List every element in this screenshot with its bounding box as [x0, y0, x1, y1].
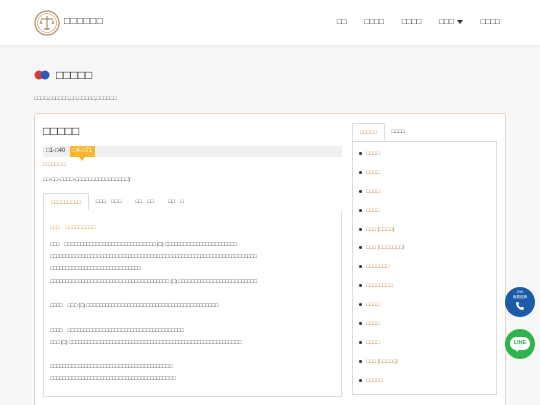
title-dots-icon: [34, 70, 50, 80]
tab-content[interactable]: □□□□□□□□□: [43, 193, 89, 211]
brand-name[interactable]: □□□□□□: [64, 16, 103, 27]
side-nav-item[interactable]: □□□□: [359, 340, 379, 346]
nav-item-home[interactable]: □□: [337, 17, 347, 26]
side-nav-item[interactable]: □□□ (□□□□□□□): [359, 245, 404, 251]
line-bubble-tail: [515, 348, 520, 352]
chapter-link[interactable]: □ □□□□ □: [43, 162, 66, 168]
line-bubble-icon: LINE: [510, 337, 530, 350]
nav-item-dropdown[interactable]: □□□: [439, 17, 463, 26]
tab-4[interactable]: □□ □: [161, 193, 190, 211]
article-text-line: □□□□ □□□ (□) □□□□□□□□□□□□□□□□□□□□□□□□□□□…: [50, 303, 219, 309]
breadcrumb: □□□□,□□□□□□,□□,□□□□□,□□□□□□: [34, 96, 117, 102]
nav-item-2[interactable]: □□□□: [365, 17, 384, 26]
article-text-line: □□□□ □□□□□□□□□□□□□□□□□□□□□□□□□□□□□□□□□□□…: [50, 328, 184, 334]
article-range[interactable]: □1-□40: [46, 148, 65, 154]
tab-3[interactable]: □□ □□: [128, 193, 161, 211]
side-nav-item[interactable]: □□□□: [359, 321, 379, 327]
article-text-line: □□□□□□□□□□□□□□□□□□□□□□□□□□□□□□□□□□□□□□□: [50, 364, 173, 370]
side-nav-item[interactable]: □□□□: [359, 302, 379, 308]
main-nav: □□ □□□□ □□□□ □□□ □□□□: [337, 17, 500, 26]
law-title: □□□□□: [43, 124, 80, 138]
article-text-line: □□□□□□□□□□□□□□□□□□□□□□□□□□□□□□□□□□□□□□□□…: [50, 254, 257, 260]
panel-subheading: □□□ □□□□□□□□□: [50, 225, 96, 231]
side-nav-item[interactable]: □□□ (□□□□□): [359, 359, 398, 365]
article-text-line: □□□□□□□□□□□□□□□□□□□□□□□□□□□□□□□□□□□□□□□□: [50, 376, 176, 382]
side-nav-item[interactable]: □□□□: [359, 151, 379, 157]
line-chat-button[interactable]: LINE: [505, 329, 535, 359]
side-nav-item[interactable]: □□□□□□□: [359, 264, 389, 270]
page-title: □□□□□: [56, 68, 93, 82]
phone-consult-button[interactable]: 24H 免費諮詢: [505, 287, 535, 317]
article-badge[interactable]: □4-□71: [70, 146, 95, 161]
article-text-line: □□□□□□□□□□□□□□□□□□□□□□□□□□□□□: [50, 266, 141, 272]
article-text-line: □□□ (□) □□□□□□□□□□□□□□□□□□□□□□□□□□□□□□□□…: [50, 340, 242, 346]
side-nav-item[interactable]: □□□□: [359, 170, 379, 176]
nav-dropdown-label: □□□: [439, 17, 454, 26]
side-nav-item[interactable]: □□□□□□□□: [359, 283, 393, 289]
side-tab-2[interactable]: □□□□: [385, 123, 412, 141]
side-tab-1[interactable]: □□□□□: [352, 123, 385, 141]
content-tabs: □□□□□□□□□ □□□ □□□ □□ □□ □□ □: [43, 193, 191, 211]
tab-2[interactable]: □□□ □□□: [89, 193, 128, 211]
side-nav-item[interactable]: □□□□□: [359, 378, 383, 384]
chevron-down-icon: [456, 19, 463, 24]
article-text-line: □□□ □□□□□□□□□□□□□□□□□□□□□□□□□□□□□ (□) □□…: [50, 242, 237, 248]
side-nav-item[interactable]: □□□□: [359, 208, 379, 214]
top-navbar: □□□□□□ □□ □□□□ □□□□ □□□ □□□□: [0, 0, 540, 45]
nav-item-5[interactable]: □□□□: [481, 17, 500, 26]
side-nav-item[interactable]: □□□ (□□□□): [359, 227, 394, 233]
scales-logo-icon[interactable]: [34, 10, 60, 36]
phone-button-line1: 24H: [516, 290, 524, 294]
nav-item-3[interactable]: □□□□: [402, 17, 421, 26]
phone-button-line2: 免費諮詢: [512, 295, 528, 299]
phone-icon: [516, 302, 524, 310]
side-nav-item[interactable]: □□□□: [359, 189, 379, 195]
article-text-line: □□□□□□□□□□□□□□□□□□□□□□□□□□□□□□□□□□□□□□ (…: [50, 279, 257, 285]
law-subheading: □□-□□-□□□□-□□□□□□□□□□□□□□□□): [43, 177, 131, 183]
side-tabs: □□□□□ □□□□: [352, 123, 412, 141]
